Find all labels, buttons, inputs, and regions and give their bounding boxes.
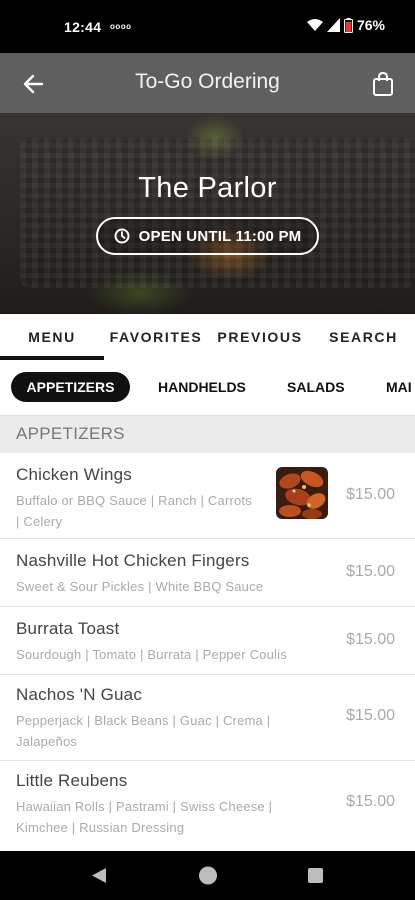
menu-item-chicken-wings[interactable]: Chicken Wings Buffalo or BBQ Sauce | Ran… — [0, 453, 415, 539]
item-description: Buffalo or BBQ Sauce | Ranch | Carrots |… — [16, 493, 252, 529]
tab-favorites[interactable]: FAVORITES — [104, 314, 208, 360]
system-nav-bar — [0, 851, 415, 900]
tab-menu[interactable]: MENU — [0, 314, 104, 360]
shopping-bag-icon[interactable] — [371, 71, 395, 97]
item-image — [276, 467, 328, 519]
tab-search[interactable]: SEARCH — [312, 314, 415, 360]
wifi-icon — [306, 19, 323, 31]
item-description: Hawaiian Rolls | Pastrami | Swiss Cheese… — [16, 799, 273, 835]
nav-back-icon[interactable] — [69, 851, 129, 900]
item-description: Sweet & Sour Pickles | White BBQ Sauce — [16, 579, 264, 594]
status-time: 12:44 — [64, 19, 102, 35]
item-name: Chicken Wings — [16, 465, 132, 484]
item-price: $15.00 — [346, 486, 395, 503]
hero-banner: The Parlor OPEN UNTIL 11:00 PM — [0, 113, 415, 314]
item-name: Nashville Hot Chicken Fingers — [16, 551, 250, 570]
restaurant-name: The Parlor — [138, 172, 277, 204]
tab-previous[interactable]: PREVIOUS — [208, 314, 312, 360]
item-price: $15.00 — [346, 793, 395, 810]
menu-item-burrata-toast[interactable]: Burrata Toast Sourdough | Tomato | Burra… — [0, 607, 415, 675]
category-mains[interactable]: MAI — [386, 372, 412, 402]
tab-bar: MENU FAVORITES PREVIOUS SEARCH — [0, 314, 415, 360]
item-name: Nachos 'N Guac — [16, 685, 143, 704]
item-description: Sourdough | Tomato | Burrata | Pepper Co… — [16, 647, 287, 662]
item-price: $15.00 — [346, 563, 395, 580]
category-handhelds[interactable]: HANDHELDS — [158, 372, 246, 402]
menu-item-little-reubens[interactable]: Little Reubens Hawaiian Rolls | Pastrami… — [0, 761, 415, 851]
clock-icon — [114, 228, 130, 244]
menu-item-nachos-n-guac[interactable]: Nachos 'N Guac Pepperjack | Black Beans … — [0, 675, 415, 761]
item-name: Little Reubens — [16, 771, 128, 790]
item-description: Pepperjack | Black Beans | Guac | Crema … — [16, 713, 271, 749]
category-bar: APPETIZERS HANDHELDS SALADS MAI — [0, 360, 415, 415]
hours-badge[interactable]: OPEN UNTIL 11:00 PM — [96, 217, 319, 255]
nav-recents-icon[interactable] — [286, 851, 346, 900]
status-notification: oooo — [110, 22, 132, 31]
battery-percent: 76% — [356, 17, 385, 33]
app-header: To-Go Ordering — [0, 53, 415, 113]
category-salads[interactable]: SALADS — [287, 372, 345, 402]
item-price: $15.00 — [346, 707, 395, 724]
status-bar: 12:44 oooo 76% — [0, 0, 415, 53]
category-appetizers[interactable]: APPETIZERS — [11, 372, 130, 402]
item-name: Burrata Toast — [16, 619, 120, 638]
battery-icon — [343, 17, 353, 33]
status-icons: 76% — [306, 17, 385, 33]
page-title: To-Go Ordering — [135, 70, 280, 93]
hours-label: OPEN UNTIL 11:00 PM — [138, 227, 302, 245]
nav-home-icon[interactable] — [178, 851, 238, 900]
section-header: APPETIZERS — [0, 415, 415, 453]
menu-item-nashville-hot-chicken-fingers[interactable]: Nashville Hot Chicken Fingers Sweet & So… — [0, 539, 415, 607]
item-price: $15.00 — [346, 631, 395, 648]
signal-icon — [326, 18, 340, 32]
